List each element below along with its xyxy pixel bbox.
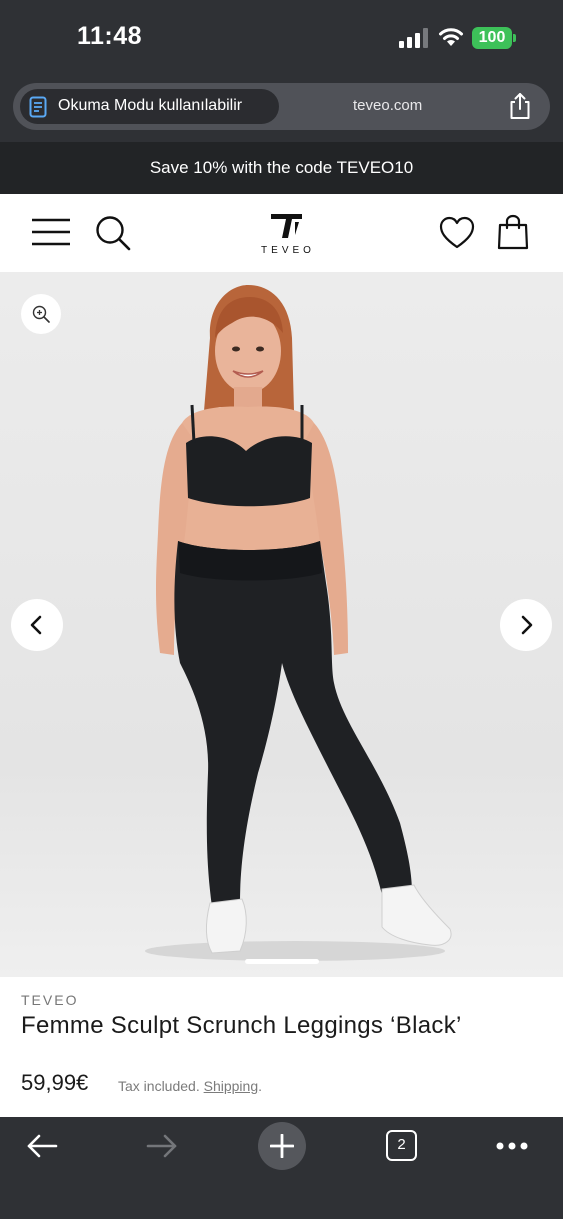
shipping-link[interactable]: Shipping — [204, 1078, 259, 1094]
product-title: Femme Sculpt Scrunch Leggings ‘Black’ — [21, 1012, 462, 1039]
plus-icon — [270, 1134, 294, 1158]
site-header: TEVEO — [0, 194, 563, 273]
wifi-icon — [439, 28, 463, 46]
cellular-signal-icon — [399, 28, 428, 48]
battery-level: 100 — [472, 27, 512, 49]
reader-mode-label: Okuma Modu kullanılabilir — [58, 97, 243, 114]
product-brand: TEVEO — [21, 992, 79, 1008]
tax-note: Tax included. Shipping. — [118, 1078, 262, 1094]
address-bar[interactable]: Okuma Modu kullanılabilir teveo.com — [13, 83, 550, 130]
logo-mark — [271, 214, 302, 238]
product-price: 59,99€ — [21, 1070, 89, 1095]
product-photo — [145, 285, 452, 961]
arrow-right-icon[interactable] — [146, 1133, 178, 1159]
zoom-button[interactable] — [21, 294, 61, 334]
product-image-gallery[interactable] — [0, 273, 563, 977]
slide-indicator — [245, 959, 319, 964]
promo-banner: Save 10% with the code TEVEO10 — [0, 142, 563, 194]
logo-wordmark: TEVEO — [261, 245, 315, 256]
next-image-button[interactable] — [500, 599, 552, 651]
browser-toolbar: 2 — [0, 1117, 563, 1219]
chevron-right-icon — [521, 615, 533, 635]
share-icon[interactable] — [507, 92, 533, 120]
product-info: TEVEO Femme Sculpt Scrunch Leggings ‘Bla… — [0, 977, 563, 1117]
status-bar: 11:48 100 — [0, 0, 563, 76]
teveo-logo[interactable]: TEVEO — [246, 211, 330, 261]
tax-note-text: Tax included. — [118, 1078, 200, 1094]
url-text[interactable]: teveo.com — [353, 97, 422, 114]
tabs-button[interactable]: 2 — [386, 1130, 417, 1161]
browser-top-bar: Okuma Modu kullanılabilir teveo.com — [0, 76, 563, 142]
search-icon[interactable] — [94, 214, 132, 252]
chevron-left-icon — [30, 615, 42, 635]
shopping-bag-icon[interactable] — [497, 214, 529, 250]
battery-icon: 100 — [472, 27, 516, 49]
previous-image-button[interactable] — [11, 599, 63, 651]
reader-mode-button[interactable]: Okuma Modu kullanılabilir — [20, 89, 279, 124]
status-time: 11:48 — [77, 22, 143, 50]
zoom-in-icon — [32, 305, 50, 323]
new-tab-button[interactable] — [258, 1122, 306, 1170]
heart-icon[interactable] — [439, 216, 475, 250]
reader-mode-icon — [29, 96, 47, 118]
arrow-left-icon[interactable] — [26, 1133, 58, 1159]
more-icon[interactable] — [495, 1141, 529, 1151]
hamburger-menu-icon[interactable] — [31, 218, 71, 246]
